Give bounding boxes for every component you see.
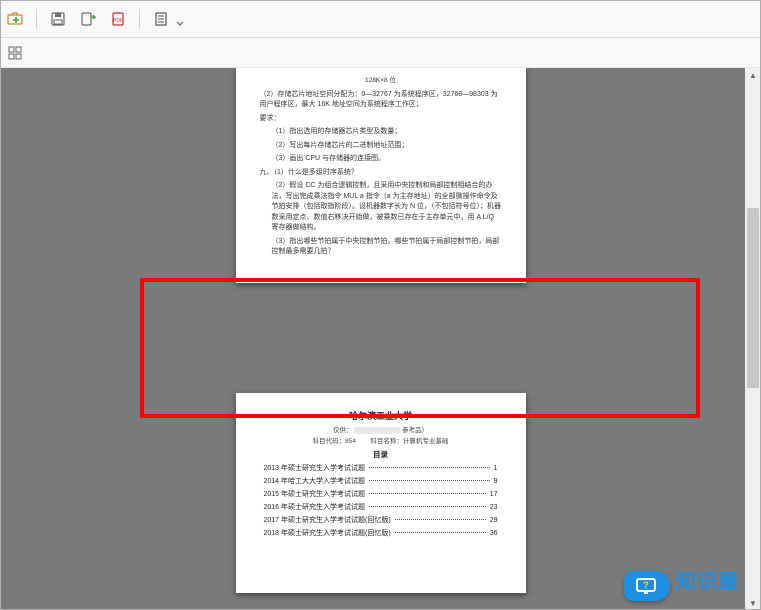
- scroll-up-arrow[interactable]: ▲: [745, 68, 761, 82]
- toc-row: 2014 年哈工大大学入学考试试题 9: [264, 476, 498, 486]
- document-page-2: 哈尔滨工业大学 仅供： 参考品） 科目代码：854 科目名称：计算机专业基础 目…: [236, 393, 526, 593]
- toc-label: 2015 年硕士研究生入学考试试题: [264, 489, 366, 499]
- toc-label: 2016 年硕士研究生入学考试试题: [264, 502, 366, 512]
- provider-suffix: 参考品）: [402, 427, 428, 434]
- subject-line: 科目代码：854 科目名称：计算机专业基础: [264, 435, 498, 445]
- toc-dots: [369, 506, 486, 507]
- toc-row: 2018 年硕士研究生入学考试试题(回忆版) 36: [264, 528, 498, 538]
- scroll-down-arrow[interactable]: ▼: [745, 596, 761, 610]
- redacted-block: [354, 427, 400, 434]
- toc-page: 17: [490, 491, 498, 498]
- toc-dots: [369, 480, 490, 481]
- toc-dots: [395, 532, 486, 533]
- toc-row: 2015 年硕士研究生入学考试试题 17: [264, 489, 498, 499]
- chevron-down-icon[interactable]: [176, 15, 184, 23]
- scroll-thumb[interactable]: [747, 208, 759, 388]
- page1-para: （3）指出哪些节拍属于中央控制节拍，哪些节拍属于局部控制节拍，局部控制最多需要几…: [260, 237, 502, 258]
- subj-name: 计算机专业基础: [403, 438, 449, 445]
- page1-item: （3）画出 CPU 与存储器的连接图。: [260, 154, 502, 165]
- subj-name-label: 科目名称：: [370, 438, 403, 445]
- page1-item: （2）写出每片存储芯片的二进制地址范围；: [260, 141, 502, 152]
- pdf-icon[interactable]: PDF: [109, 10, 127, 28]
- vertical-scrollbar[interactable]: ▲ ▼: [745, 68, 761, 610]
- toc-page: 36: [490, 530, 498, 537]
- toc-dots: [369, 493, 486, 494]
- toc-row: 2017 年硕士研究生入学考试试题(回忆版) 29: [264, 515, 498, 525]
- provider-prefix: 仅供：: [333, 427, 353, 434]
- svg-text:PDF: PDF: [113, 18, 123, 24]
- toolbar-separator: [139, 9, 140, 29]
- toc-label: 2018 年硕士研究生入学考试试题(回忆版): [264, 528, 391, 538]
- toc-page: 29: [490, 517, 498, 524]
- page1-para: （2）存储芯片地址空间分配为：0—32767 为系统程序区，32768—9830…: [260, 90, 502, 111]
- toc-page: 9: [494, 478, 498, 485]
- subj-code-label: 科目代码：: [313, 438, 346, 445]
- document-page-1: 128K×8 位 （2）存储芯片地址空间分配为：0—32767 为系统程序区，3…: [236, 68, 526, 283]
- page1-item: （1）指出选用的存储器芯片类型及数量；: [260, 127, 502, 138]
- toc-label: 2014 年哈工大大学入学考试试题: [264, 476, 366, 486]
- page-view-icon[interactable]: [152, 10, 170, 28]
- page1-para: （2）假设 CC 为组合逻辑控制，且采用中央控制和局部控制相结合的办法，写出完成…: [260, 181, 502, 234]
- toc-dots: [369, 467, 490, 468]
- toc-page: 1: [494, 465, 498, 472]
- toc-title: 目录: [264, 449, 498, 460]
- secondary-toolbar: [0, 38, 761, 68]
- toc-row: 2013 年硕士研究生入学考试试题 1: [264, 463, 498, 473]
- provider-line: 仅供： 参考品）: [264, 424, 498, 434]
- page1-req: 要求：: [260, 114, 502, 125]
- thumbnail-icon[interactable]: [6, 44, 24, 62]
- subj-code: 854: [345, 438, 356, 445]
- export-icon[interactable]: [79, 10, 97, 28]
- document-viewport: 128K×8 位 （2）存储芯片地址空间分配为：0—32767 为系统程序区，3…: [0, 68, 761, 610]
- university-title: 哈尔滨工业大学: [264, 409, 498, 422]
- toolbar-separator: [36, 9, 37, 29]
- page1-q9: 九、（1）什么是多级时序系统？: [260, 168, 502, 179]
- main-toolbar: PDF: [0, 0, 761, 38]
- toc-page: 23: [490, 504, 498, 511]
- open-icon[interactable]: [6, 10, 24, 28]
- toc-dots: [395, 519, 486, 520]
- toc-row: 2016 年硕士研究生入学考试试题 23: [264, 502, 498, 512]
- save-icon[interactable]: [49, 10, 67, 28]
- toc-label: 2013 年硕士研究生入学考试试题: [264, 463, 366, 473]
- toc-label: 2017 年硕士研究生入学考试试题(回忆版): [264, 515, 391, 525]
- page1-header: 128K×8 位: [260, 76, 502, 86]
